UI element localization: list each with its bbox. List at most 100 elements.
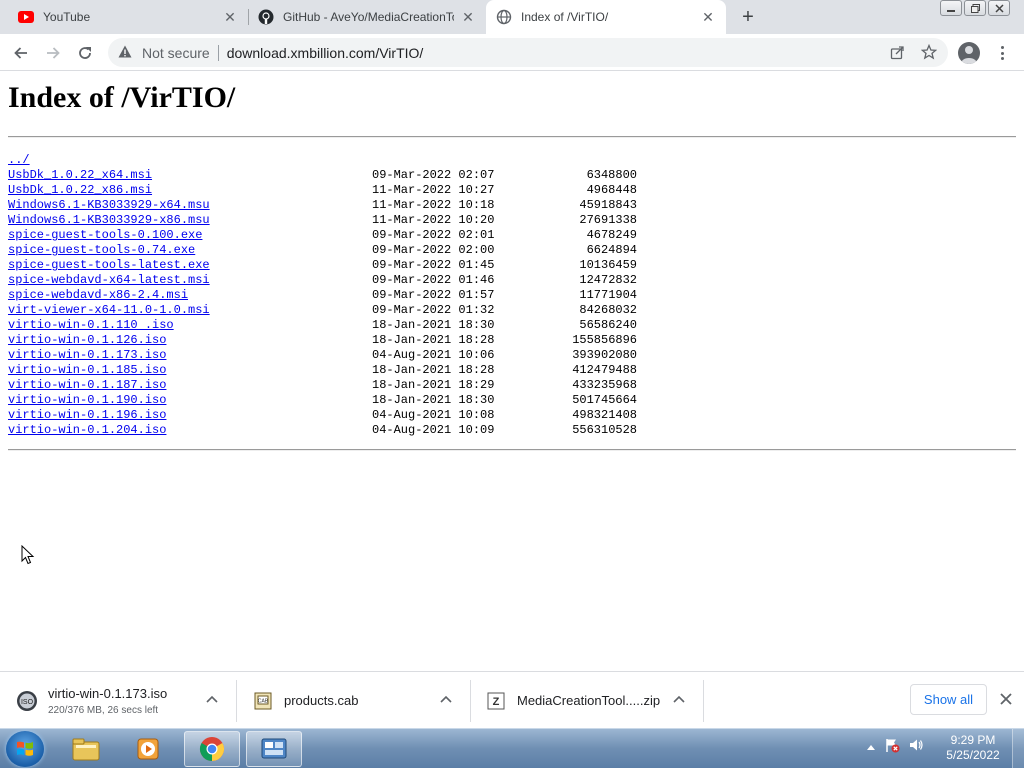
close-shelf-icon[interactable] [997, 690, 1015, 708]
file-date: 09-Mar-2022 01:57 [372, 288, 495, 302]
tab-title: YouTube [43, 10, 91, 24]
windows-logo-icon [17, 741, 33, 756]
file-date: 18-Jan-2021 18:29 [372, 378, 495, 392]
page-content: Index of /VirTIO/ ../ UsbDk_1.0.22_x64.m… [0, 71, 1024, 671]
file-size: 498321408 [572, 408, 637, 422]
download-item[interactable]: Z MediaCreationTool.....zip [485, 672, 703, 729]
file-link[interactable]: spice-guest-tools-0.74.exe [8, 243, 195, 258]
share-icon[interactable] [888, 43, 906, 61]
url-text[interactable]: download.xmbillion.com/VirTIO/ [227, 45, 424, 61]
avatar-head [965, 46, 973, 54]
forward-button[interactable] [40, 40, 66, 66]
bookmark-star-icon[interactable] [920, 43, 938, 61]
file-size: 433235968 [572, 378, 637, 392]
back-arrow-icon [14, 47, 27, 59]
horizontal-rule [8, 449, 1016, 451]
file-link[interactable]: UsbDk_1.0.22_x64.msi [8, 168, 152, 183]
file-link[interactable]: virtio-win-0.1.126.iso [8, 333, 166, 348]
clock-date: 5/25/2022 [946, 748, 1000, 762]
file-link[interactable]: spice-guest-tools-latest.exe [8, 258, 210, 273]
volume-icon[interactable] [908, 737, 924, 756]
minimize-button[interactable] [940, 0, 962, 16]
close-icon[interactable]: ✕ [700, 9, 716, 25]
file-link[interactable]: virtio-win-0.1.190.iso [8, 393, 166, 408]
file-link[interactable]: virtio-win-0.1.110 .iso [8, 318, 174, 333]
file-link[interactable]: virtio-win-0.1.185.iso [8, 363, 166, 378]
file-link[interactable]: virtio-win-0.1.173.iso [8, 348, 166, 363]
chevron-up-icon[interactable] [438, 691, 454, 707]
reload-button[interactable] [72, 40, 98, 66]
taskbar: 9:29 PM 5/25/2022 [0, 728, 1024, 769]
clock-time: 9:29 PM [950, 733, 996, 747]
security-label[interactable]: Not secure [142, 45, 210, 61]
file-size: 4678249 [586, 228, 637, 242]
file-date: 11-Mar-2022 10:18 [372, 198, 495, 212]
chrome-icon [199, 737, 225, 761]
file-size: 412479488 [572, 363, 637, 377]
action-center-flag-icon[interactable] [884, 737, 900, 756]
download-separator [470, 680, 471, 722]
window-controls [940, 0, 1010, 16]
mouse-cursor-icon [21, 544, 35, 570]
download-separator [236, 680, 237, 722]
file-date: 09-Mar-2022 01:32 [372, 303, 495, 317]
page-title: Index of /VirTIO/ [8, 81, 236, 114]
file-size: 10136459 [579, 258, 637, 272]
file-date: 04-Aug-2021 10:06 [372, 348, 495, 362]
file-link[interactable]: virtio-win-0.1.196.iso [8, 408, 166, 423]
zip-file-icon: Z [485, 690, 507, 712]
file-size: 27691338 [579, 213, 637, 227]
file-date: 09-Mar-2022 01:45 [372, 258, 495, 272]
file-link[interactable]: Windows6.1-KB3033929-x64.msu [8, 198, 210, 213]
kebab-menu-icon[interactable] [994, 44, 1010, 62]
chevron-up-icon[interactable] [204, 691, 220, 707]
file-link[interactable]: virtio-win-0.1.204.iso [8, 423, 166, 438]
file-date: 04-Aug-2021 10:08 [372, 408, 495, 422]
horizontal-rule [8, 136, 1016, 138]
youtube-icon [18, 9, 34, 25]
start-button[interactable] [6, 731, 44, 767]
parent-directory-link[interactable]: ../ [8, 153, 30, 168]
close-icon[interactable]: ✕ [460, 9, 476, 25]
close-window-button[interactable] [988, 0, 1010, 16]
taskbar-clock[interactable]: 9:29 PM 5/25/2022 [940, 733, 1006, 763]
new-tab-button[interactable]: + [736, 5, 760, 29]
file-size: 84268032 [579, 303, 637, 317]
file-link[interactable]: spice-guest-tools-0.100.exe [8, 228, 202, 243]
taskbar-chrome[interactable] [184, 731, 240, 767]
file-link[interactable]: spice-webdavd-x64-latest.msi [8, 273, 210, 288]
tab-youtube[interactable]: YouTube ✕ [8, 0, 248, 34]
show-hidden-icons-icon[interactable] [866, 740, 876, 754]
back-button[interactable] [8, 40, 34, 66]
show-desktop-button[interactable] [1012, 729, 1024, 769]
download-filename: MediaCreationTool.....zip [517, 693, 661, 708]
file-date: 09-Mar-2022 02:01 [372, 228, 495, 242]
profile-avatar-icon[interactable] [958, 42, 980, 64]
warning-icon[interactable] [118, 45, 136, 61]
control-panel-icon [261, 738, 287, 759]
close-icon[interactable]: ✕ [222, 9, 238, 25]
tab-github[interactable]: GitHub - AveYo/MediaCreationTool ✕ [248, 0, 486, 34]
tab-title: Index of /VirTIO/ [521, 10, 609, 24]
address-bar[interactable]: Not secure download.xmbillion.com/VirTIO… [108, 38, 948, 67]
file-link[interactable]: spice-webdavd-x86-2.4.msi [8, 288, 188, 303]
restore-button[interactable] [964, 0, 986, 16]
github-icon [258, 9, 274, 25]
taskbar-control-panel[interactable] [246, 731, 302, 767]
download-item[interactable]: CAB products.cab [252, 672, 470, 729]
download-status: 220/376 MB, 26 secs left [48, 704, 159, 716]
file-link[interactable]: virt-viewer-x64-11.0-1.0.msi [8, 303, 210, 318]
media-player-icon [137, 738, 159, 760]
file-link[interactable]: Windows6.1-KB3033929-x86.msu [8, 213, 210, 228]
chevron-up-icon[interactable] [671, 691, 687, 707]
tab-index-virtio[interactable]: Index of /VirTIO/ ✕ [486, 0, 726, 34]
file-link[interactable]: virtio-win-0.1.187.iso [8, 378, 166, 393]
show-all-button[interactable]: Show all [910, 684, 987, 715]
tab-title: GitHub - AveYo/MediaCreationTool [283, 10, 454, 24]
taskbar-media-player[interactable] [120, 731, 176, 767]
file-link[interactable]: UsbDk_1.0.22_x86.msi [8, 183, 152, 198]
download-item[interactable]: ISO virtio-win-0.1.173.iso 220/376 MB, 2… [16, 672, 236, 729]
taskbar-explorer[interactable] [58, 731, 114, 767]
download-separator [703, 680, 704, 722]
file-size: 45918843 [579, 198, 637, 212]
